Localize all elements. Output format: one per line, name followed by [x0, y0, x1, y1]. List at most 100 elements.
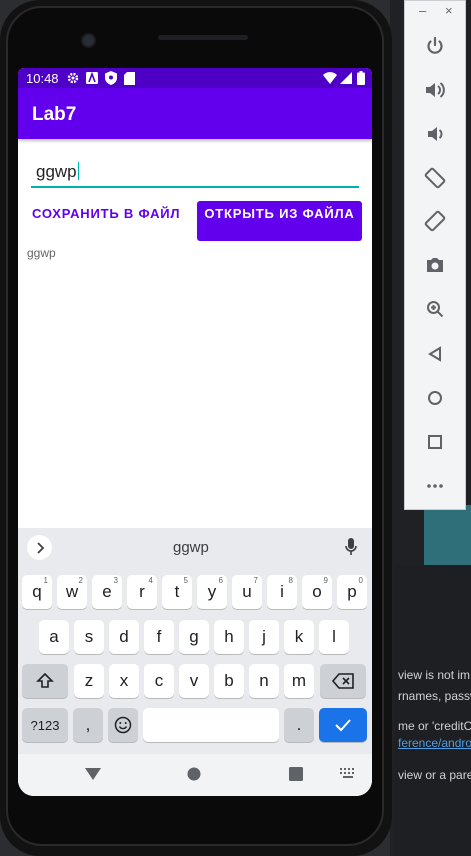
key-z[interactable]: z: [74, 664, 104, 698]
volume-up-button[interactable]: [405, 70, 465, 110]
space-key[interactable]: [143, 708, 279, 742]
shift-key[interactable]: [22, 664, 68, 698]
save-to-file-button[interactable]: СОХРАНИТЬ В ФАЙЛ: [32, 206, 180, 221]
key-label: k: [294, 627, 304, 646]
home-button[interactable]: [405, 378, 465, 418]
key-b[interactable]: b: [214, 664, 244, 698]
key-s[interactable]: s: [74, 620, 104, 654]
key-label: a: [49, 627, 59, 646]
home-icon: [428, 391, 442, 405]
key-w[interactable]: w2: [57, 575, 87, 609]
key-f[interactable]: f: [144, 620, 174, 654]
key-hint: 1: [43, 576, 48, 585]
key-h[interactable]: h: [214, 620, 244, 654]
overview-icon: [428, 435, 442, 449]
ide-panel: [424, 505, 471, 565]
key-a[interactable]: a: [39, 620, 69, 654]
open-from-file-button[interactable]: ОТКРЫТЬ ИЗ ФАЙЛА: [197, 201, 362, 241]
key-hint: 2: [78, 576, 83, 585]
file-content-text: ggwp: [27, 246, 56, 260]
key-hint: 3: [113, 576, 118, 585]
more-button[interactable]: [405, 466, 465, 506]
phone-screen: 10:48 Lab7 ggwp СОХРАНИТЬ В ФАЙЛ ОТКРЫТЬ…: [18, 68, 372, 796]
key-label: x: [119, 671, 129, 690]
symbols-key[interactable]: ?123: [22, 708, 68, 742]
emulator-toolbar: – ×: [404, 0, 466, 510]
checkmark-icon: [335, 719, 351, 732]
status-time: 10:48: [26, 71, 59, 86]
power-button[interactable]: [405, 26, 465, 66]
emoji-key[interactable]: [108, 708, 138, 742]
backspace-key[interactable]: [320, 664, 366, 698]
settings-icon: [67, 72, 79, 84]
ide-log-line[interactable]: ference/andro: [398, 736, 471, 750]
key-m[interactable]: m: [284, 664, 314, 698]
app-title: Lab7: [32, 104, 77, 125]
suggestion-strip: ggwp: [18, 528, 372, 566]
screenshot-button[interactable]: [405, 245, 465, 285]
nav-back-icon[interactable]: [85, 768, 101, 780]
text-input[interactable]: ggwp: [31, 162, 359, 188]
key-label: h: [224, 627, 234, 646]
key-d[interactable]: d: [109, 620, 139, 654]
key-j[interactable]: j: [249, 620, 279, 654]
minimize-button[interactable]: –: [419, 3, 426, 18]
period-key[interactable]: .: [284, 708, 314, 742]
keyboard-switch-icon[interactable]: [340, 768, 356, 778]
key-u[interactable]: u7: [232, 575, 262, 609]
key-label: y: [207, 582, 217, 601]
key-label: w: [65, 582, 79, 601]
key-x[interactable]: x: [109, 664, 139, 698]
cellular-signal-icon: [340, 72, 352, 84]
ide-log-line: me or 'creditCa: [398, 719, 471, 733]
wifi-icon: [323, 72, 337, 84]
key-i[interactable]: i8: [267, 575, 297, 609]
key-label: b: [224, 671, 234, 690]
key-t[interactable]: t5: [162, 575, 192, 609]
text-cursor: [77, 162, 80, 180]
key-e[interactable]: e3: [92, 575, 122, 609]
key-r[interactable]: r4: [127, 575, 157, 609]
key-o[interactable]: o9: [302, 575, 332, 609]
key-label: q: [32, 582, 42, 601]
key-n[interactable]: n: [249, 664, 279, 698]
nav-home-icon[interactable]: [187, 767, 201, 781]
key-p[interactable]: p0: [337, 575, 367, 609]
key-label: u: [242, 582, 252, 601]
comma-key[interactable]: ,: [73, 708, 103, 742]
key-y[interactable]: y6: [197, 575, 227, 609]
volume-down-button[interactable]: [405, 114, 465, 154]
nav-recents-icon[interactable]: [289, 767, 303, 781]
enter-key[interactable]: [319, 708, 367, 742]
key-hint: 5: [183, 576, 188, 585]
expand-toolbar-button[interactable]: [27, 535, 52, 560]
key-label: t: [174, 582, 180, 601]
key-l[interactable]: l: [319, 620, 349, 654]
key-hint: 9: [323, 576, 328, 585]
camera-icon: [427, 258, 443, 272]
key-hint: 4: [148, 576, 153, 585]
suggestion-word[interactable]: ggwp: [173, 539, 209, 556]
key-label: p: [347, 582, 357, 601]
sd-card-icon: [124, 72, 135, 85]
key-hint: 0: [358, 576, 363, 585]
zoom-button[interactable]: [405, 289, 465, 329]
key-label: v: [189, 671, 199, 690]
rotate-right-button[interactable]: [405, 201, 465, 241]
close-button[interactable]: ×: [445, 3, 453, 18]
ide-log-line: rnames, passw: [398, 689, 471, 703]
mic-icon[interactable]: [345, 538, 357, 556]
key-k[interactable]: k: [284, 620, 314, 654]
backspace-icon: [332, 673, 354, 689]
rotate-left-button[interactable]: [405, 158, 465, 198]
key-c[interactable]: c: [144, 664, 174, 698]
rotate-right-icon: [424, 210, 446, 232]
back-button[interactable]: [405, 334, 465, 374]
key-hint: 7: [253, 576, 258, 585]
key-label: d: [119, 627, 129, 646]
overview-button[interactable]: [405, 422, 465, 462]
key-q[interactable]: q1: [22, 575, 52, 609]
key-g[interactable]: g: [179, 620, 209, 654]
key-v[interactable]: v: [179, 664, 209, 698]
earpiece: [158, 35, 248, 40]
